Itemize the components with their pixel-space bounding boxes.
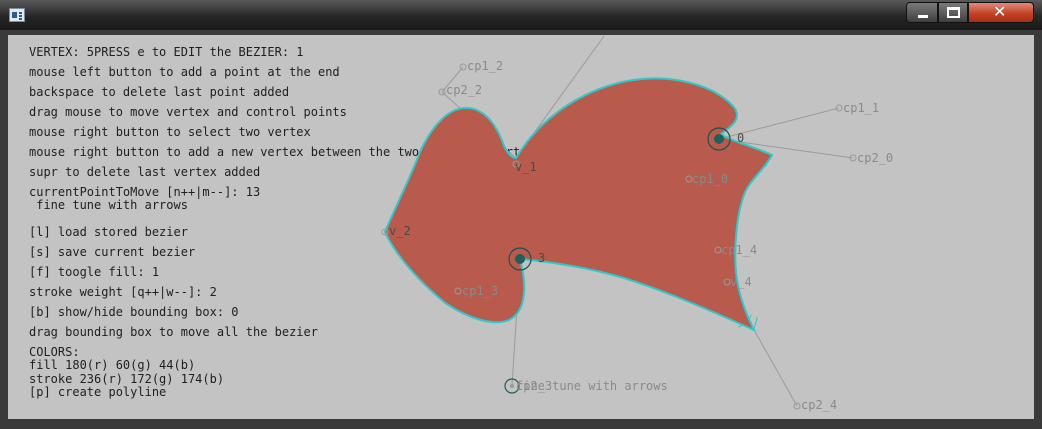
label-cp1-0: cp1_0 xyxy=(692,172,728,186)
label-v2: v_2 xyxy=(389,224,411,238)
label-v4: v_4 xyxy=(730,275,752,289)
label-cp1-4: cp1_4 xyxy=(721,243,757,257)
normal-tick xyxy=(753,317,758,330)
label-cp2-4: cp2_4 xyxy=(801,398,837,412)
label-v1: v_1 xyxy=(515,160,537,174)
selected-vertex-0[interactable] xyxy=(714,134,724,144)
selected-vertex-3[interactable] xyxy=(515,254,525,264)
bezier-shape[interactable] xyxy=(383,77,774,333)
label-cp1-3: cp1_3 xyxy=(462,284,498,298)
control-point-cp2-3-dot xyxy=(510,384,514,388)
label-cp1-2: cp1_2 xyxy=(467,59,503,73)
label-cp2-0: cp2_0 xyxy=(857,151,893,165)
label-v0: 0 xyxy=(737,131,744,145)
application-window: ✕ VERTEX: 5PRESS e to EDIT the BEZIER: 1… xyxy=(0,0,1042,429)
label-cp2-2: cp2_2 xyxy=(446,83,482,97)
label-cp1-1: cp1_1 xyxy=(843,101,879,115)
label-fine-tune: fine tune with arrows xyxy=(516,379,668,393)
label-v3: 3 xyxy=(538,251,545,265)
bezier-drawing: cp1_2 cp2_2 cp1_1 cp2_0 v_1 0 v_2 3 cp1_… xyxy=(381,35,893,412)
